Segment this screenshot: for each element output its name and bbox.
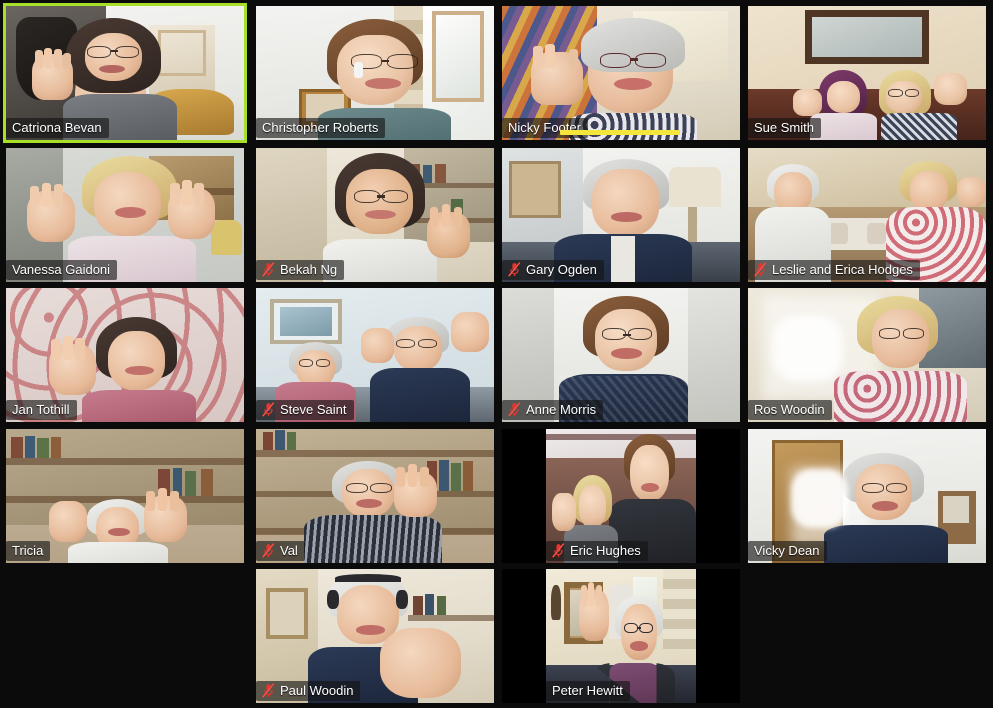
participant-name-badge: Ros Woodin (748, 400, 832, 420)
participant-name-label: Peter Hewitt (552, 683, 623, 698)
participant-tile[interactable]: Steve Saint (256, 288, 494, 422)
participant-tile[interactable]: Tricia (6, 429, 244, 563)
participant-name-badge: Eric Hughes (546, 541, 648, 561)
participant-name-badge: Jan Tothill (6, 400, 77, 420)
participant-name-label: Vicky Dean (754, 543, 820, 558)
participant-tile[interactable]: Val (256, 429, 494, 563)
participant-name-label: Ros Woodin (754, 402, 825, 417)
participant-name-badge: Tricia (6, 541, 51, 561)
participant-tile[interactable]: Gary Ogden (502, 148, 740, 282)
participant-name-badge: Catriona Bevan (6, 118, 109, 138)
participant-name-badge: Vanessa Gaidoni (6, 260, 118, 280)
muted-microphone-icon (262, 402, 275, 417)
participant-name-label: Gary Ogden (526, 262, 597, 277)
participant-name-badge: Leslie and Erica Hodges (748, 260, 920, 280)
video-gallery: Catriona Bevan Christopher Roberts Nicky… (0, 0, 993, 708)
participant-tile[interactable]: Jan Tothill (6, 288, 244, 422)
participant-name-label: Anne Morris (526, 402, 597, 417)
participant-tile[interactable]: Nicky Footer (502, 6, 740, 140)
participant-name-label: Jan Tothill (12, 402, 70, 417)
participant-tile[interactable]: Leslie and Erica Hodges (748, 148, 986, 282)
participant-name-label: Steve Saint (280, 402, 347, 417)
participant-name-label: Leslie and Erica Hodges (772, 262, 913, 277)
participant-name-label: Christopher Roberts (262, 120, 379, 135)
muted-microphone-icon (508, 262, 521, 277)
participant-tile[interactable]: Peter Hewitt (502, 569, 740, 703)
participant-name-badge: Gary Ogden (502, 260, 604, 280)
participant-name-label: Paul Woodin (280, 683, 354, 698)
participant-name-label: Vanessa Gaidoni (12, 262, 111, 277)
participant-name-badge: Anne Morris (502, 400, 604, 420)
participant-name-badge: Vicky Dean (748, 541, 827, 561)
participant-tile[interactable]: Bekah Ng (256, 148, 494, 282)
participant-name-label: Tricia (12, 543, 44, 558)
participant-name-badge: Bekah Ng (256, 260, 345, 280)
participant-name-badge: Nicky Footer (502, 118, 588, 138)
muted-microphone-icon (262, 683, 275, 698)
participant-tile[interactable]: Vicky Dean (748, 429, 986, 563)
participant-tile[interactable]: Christopher Roberts (256, 6, 494, 140)
participant-name-badge: Sue Smith (748, 118, 821, 138)
participant-tile[interactable]: Eric Hughes (502, 429, 740, 563)
participant-tile[interactable]: Catriona Bevan (3, 3, 247, 143)
participant-name-badge: Christopher Roberts (256, 118, 386, 138)
muted-microphone-icon (754, 262, 767, 277)
participant-name-label: Eric Hughes (570, 543, 641, 558)
participant-tile[interactable]: Anne Morris (502, 288, 740, 422)
participant-tile[interactable]: Sue Smith (748, 6, 986, 140)
participant-name-badge: Peter Hewitt (546, 681, 630, 701)
participant-name-label: Catriona Bevan (12, 120, 102, 135)
participant-name-label: Bekah Ng (280, 262, 338, 277)
participant-name-label: Val (280, 543, 298, 558)
participant-tile[interactable]: Vanessa Gaidoni (6, 148, 244, 282)
participant-tile[interactable]: Paul Woodin (256, 569, 494, 703)
muted-microphone-icon (552, 543, 565, 558)
participant-name-badge: Val (256, 541, 305, 561)
muted-microphone-icon (262, 543, 275, 558)
participant-name-label: Sue Smith (754, 120, 814, 135)
participant-name-badge: Steve Saint (256, 400, 354, 420)
muted-microphone-icon (262, 262, 275, 277)
participant-tile[interactable]: Ros Woodin (748, 288, 986, 422)
speaking-indicator-bar (560, 130, 680, 135)
muted-microphone-icon (508, 402, 521, 417)
participant-name-badge: Paul Woodin (256, 681, 361, 701)
